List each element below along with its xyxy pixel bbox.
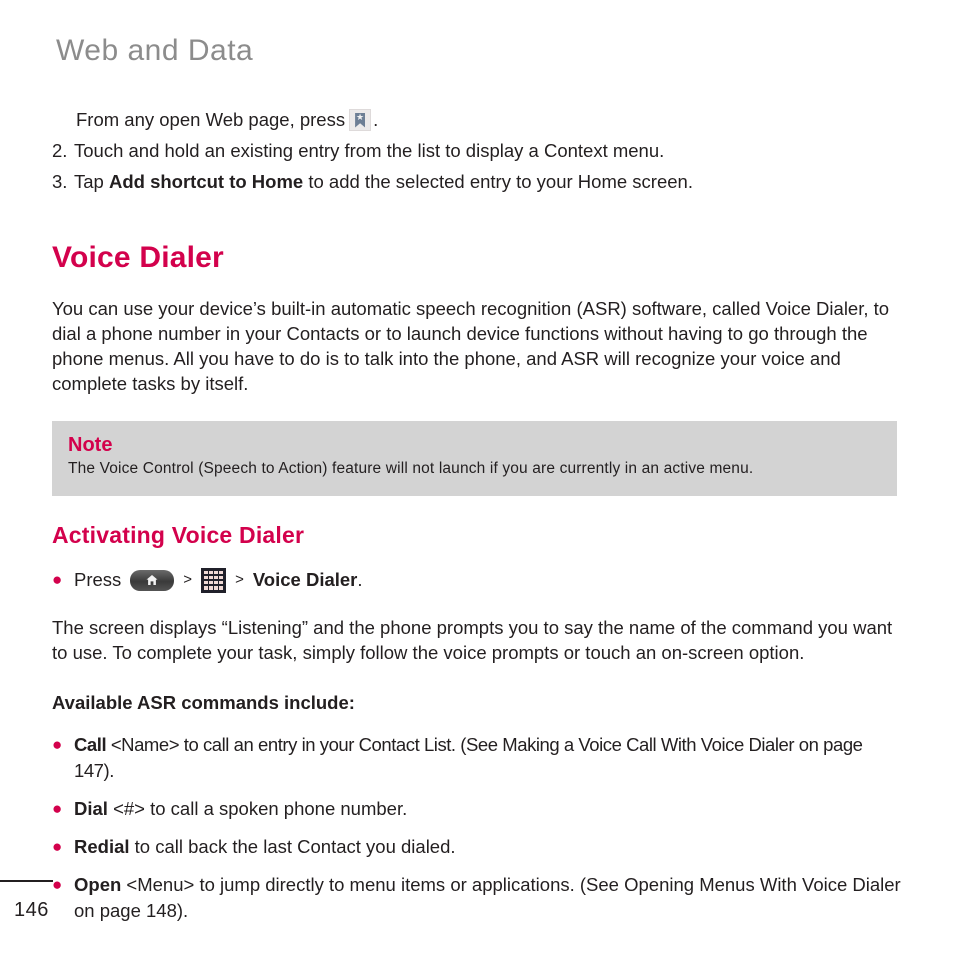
footer-rule xyxy=(0,880,53,882)
command-keyword: Dial xyxy=(74,798,108,819)
step-continued-text-after: . xyxy=(373,109,379,130)
press-sequence-bullet: Press > > Voice Dialer. xyxy=(52,567,906,593)
command-text: Dial <#> to call a spoken phone number. xyxy=(74,796,906,822)
bullet-dot-icon xyxy=(52,872,74,898)
running-head: Web and Data xyxy=(56,34,254,67)
step-continued-line: From any open Web page, press . xyxy=(52,104,906,135)
press-sequence: Press > > Voice Dialer. xyxy=(74,567,363,593)
apps-grid-icon[interactable] xyxy=(201,567,227,593)
step-continued-text-before: From any open Web page, press xyxy=(76,109,346,130)
note-box: Note The Voice Control (Speech to Action… xyxy=(52,421,897,496)
activating-paragraph: The screen displays “Listening” and the … xyxy=(52,617,893,663)
command-item-call: Call <Name> to call an entry in your Con… xyxy=(52,732,906,784)
step-3-bold-term: Add shortcut to Home xyxy=(108,171,304,192)
bullet-dot-icon xyxy=(52,732,74,758)
step-3: 3. Tap Add shortcut to Home to add the s… xyxy=(52,166,906,197)
step-2-number: 2. xyxy=(52,140,68,161)
press-target-label: Voice Dialer xyxy=(252,569,358,590)
command-text: Call <Name> to call an entry in your Con… xyxy=(74,732,906,784)
command-keyword: Call xyxy=(74,734,107,755)
command-description: <#> to call a spoken phone number. xyxy=(107,798,408,819)
manual-page: Web and Data From any open Web page, pre… xyxy=(0,0,954,954)
bullet-dot-icon xyxy=(52,796,74,822)
press-label: Press xyxy=(74,569,122,590)
command-text: Redial to call back the last Contact you… xyxy=(74,834,906,860)
command-item-dial: Dial <#> to call a spoken phone number. xyxy=(52,796,906,822)
step-2-text: Touch and hold an existing entry from th… xyxy=(74,140,665,161)
command-item-open: Open <Menu> to jump directly to menu ite… xyxy=(52,872,906,924)
voice-dialer-intro-paragraph: You can use your device’s built-in autom… xyxy=(52,298,890,394)
step-3-prefix: Tap xyxy=(74,171,109,192)
step-2: 2. Touch and hold an existing entry from… xyxy=(52,135,906,166)
command-text: Open <Menu> to jump directly to menu ite… xyxy=(74,872,906,924)
subsection-heading-activating-voice-dialer: Activating Voice Dialer xyxy=(52,522,305,548)
press-separator-1: > xyxy=(183,571,193,588)
press-separator-2: > xyxy=(235,571,244,588)
note-title: Note xyxy=(68,434,113,456)
command-keyword: Redial xyxy=(74,836,130,857)
numbered-steps: From any open Web page, press . 2. Touch… xyxy=(52,104,906,197)
command-description: <Name> to call an entry in your Contact … xyxy=(74,734,863,781)
apps-grid-cells xyxy=(204,570,224,590)
step-3-suffix: to add the selected entry to your Home s… xyxy=(303,171,693,192)
step-3-number: 3. xyxy=(52,171,68,192)
page-content: From any open Web page, press . 2. Touch… xyxy=(52,104,906,924)
press-target-suffix: . xyxy=(357,569,363,590)
bullet-dot-icon xyxy=(52,567,74,593)
home-key-icon[interactable] xyxy=(130,569,175,591)
command-description: to call back the last Contact you dialed… xyxy=(129,836,456,857)
page-number: 146 xyxy=(14,899,49,921)
commands-title: Available ASR commands include: xyxy=(52,692,355,713)
command-item-redial: Redial to call back the last Contact you… xyxy=(52,834,906,860)
step-3-text: Tap Add shortcut to Home to add the sele… xyxy=(74,166,693,197)
section-heading-voice-dialer: Voice Dialer xyxy=(52,241,224,274)
bullet-dot-icon xyxy=(52,834,74,860)
command-keyword: Open xyxy=(74,874,122,895)
command-description: <Menu> to jump directly to menu items or… xyxy=(74,874,901,921)
bookmark-icon xyxy=(349,108,372,131)
note-body: The Voice Control (Speech to Action) fea… xyxy=(68,460,754,477)
